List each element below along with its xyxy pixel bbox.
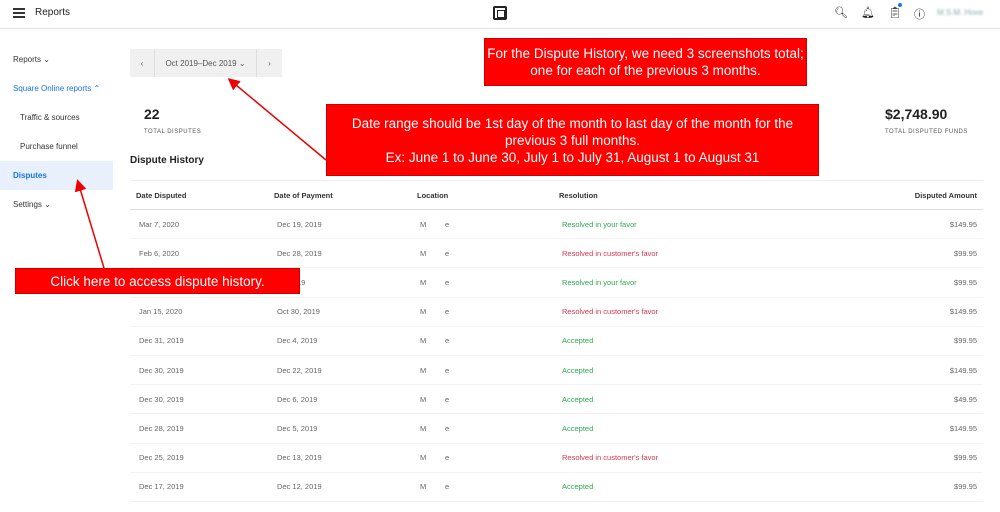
table-row[interactable]: Dec 31, 2019 Dec 4, 2019 M e Accepted $99.95 [130, 326, 983, 356]
cell-location: M e [411, 384, 553, 415]
cell-location: M e [411, 326, 553, 356]
table-row[interactable]: Dec 30, 2019 Dec 6, 2019 M e Accepted $49.95 [130, 384, 983, 415]
cell-resolution: Resolved in your favor [553, 209, 805, 240]
cell-amount: $99.95 [804, 326, 983, 356]
col-date-disputed[interactable]: Date Disputed [130, 180, 268, 210]
cell-amount: $149.95 [804, 413, 983, 444]
cell-date-payment: Dec 5, 2019 [268, 413, 411, 444]
table-row[interactable]: Dec 30, 2019 Dec 22, 2019 M e Accepted $149.… [130, 355, 983, 386]
cell-date-disputed: Dec 25, 2019 [130, 443, 268, 473]
app-title: Reports [35, 7, 71, 18]
col-resolution[interactable]: Resolution [553, 180, 805, 210]
cell-amount: $99.95 [804, 472, 983, 502]
table-row[interactable]: Dec 25, 2019 Dec 13, 2019 M e Resolved in c… [130, 443, 983, 473]
total-funds-value: $2,748.90 [885, 106, 948, 122]
cell-location: M e [411, 238, 553, 269]
cell-resolution: Resolved in your favor [553, 267, 805, 298]
cell-location: M e [411, 355, 553, 386]
cell-date-disputed: Mar 7, 2020 [130, 209, 268, 240]
sidebar-item-traffic-sources[interactable]: Traffic & sources [0, 103, 113, 132]
next-range-button[interactable]: › [257, 49, 282, 77]
square-logo-icon[interactable] [493, 6, 507, 20]
cell-resolution: Resolved in customer's favor [553, 443, 805, 473]
prev-range-button[interactable]: ‹ [130, 49, 155, 77]
cell-date-payment: Dec 4, 2019 [268, 326, 411, 356]
user-name[interactable]: M.S.M. Hove [937, 8, 983, 17]
cell-date-payment: Dec 19, 2019 [268, 209, 411, 240]
cell-location: M e [411, 209, 553, 240]
cell-date-payment: Dec 6, 2019 [268, 384, 411, 415]
cell-amount: $99.95 [804, 443, 983, 473]
total-disputes-label: TOTAL DISPUTES [144, 129, 202, 135]
cell-resolution: Accepted [553, 326, 805, 356]
cell-date-payment: Dec 13, 2019 [268, 443, 411, 473]
cell-amount: $99.95 [804, 238, 983, 269]
cell-date-payment: Dec 12, 2019 [268, 472, 411, 502]
sidebar-item-square-online-reports[interactable]: Square Online reports ⌃ [0, 74, 113, 103]
cell-location: M e [411, 472, 553, 502]
table-row[interactable]: Feb 6, 2020 Dec 28, 2019 M e Resolved in cu… [130, 238, 983, 269]
cell-date-disputed: Jan 15, 2020 [130, 297, 268, 327]
cell-location: M e [411, 443, 553, 473]
help-icon[interactable]: ⓘ [914, 6, 925, 22]
bell-icon[interactable]: 🔔︎ [861, 6, 875, 19]
cell-resolution: Accepted [553, 413, 805, 444]
table-row[interactable]: Dec 17, 2019 Dec 12, 2019 M e Accepted $99.9… [130, 472, 983, 502]
cell-amount: $49.95 [804, 384, 983, 415]
cell-date-payment: Dec 22, 2019 [268, 355, 411, 386]
table-row[interactable]: Mar 7, 2020 Dec 19, 2019 M e Resolved in yo… [130, 209, 983, 240]
top-bar: Reports 🔍︎ 🔔︎ 📋︎ ⓘ M.S.M. Hove [0, 0, 1000, 29]
col-amount[interactable]: Disputed Amount [804, 180, 983, 210]
cell-location: M e [411, 267, 553, 298]
cell-location: M e [411, 413, 553, 444]
cell-location: M e [411, 297, 553, 327]
dispute-table: Date Disputed Date of Payment Location R… [130, 180, 983, 502]
total-funds-label: TOTAL DISPUTED FUNDS [885, 129, 968, 135]
col-location[interactable]: Location [411, 180, 553, 210]
sidebar: Reports ⌄ Square Online reports ⌃ Traffi… [0, 45, 113, 219]
clipboard-icon[interactable]: 📋︎ [888, 6, 902, 19]
cell-date-disputed: Dec 30, 2019 [130, 355, 268, 386]
sidebar-item-disputes[interactable]: Disputes [0, 161, 113, 190]
date-range-dropdown[interactable]: Oct 2019–Dec 2019 ⌄ [155, 49, 257, 77]
callout-left: Click here to access dispute history. [15, 268, 300, 294]
table-header-row: Date Disputed Date of Payment Location R… [130, 180, 983, 210]
date-range-picker: ‹ Oct 2019–Dec 2019 ⌄ › [130, 49, 282, 77]
section-title: Dispute History [130, 155, 204, 166]
cell-amount: $99.95 [804, 267, 983, 298]
cell-date-payment: Dec 28, 2019 [268, 238, 411, 269]
arrow-to-datepicker [227, 78, 327, 161]
cell-amount: $149.95 [804, 355, 983, 386]
cell-resolution: Resolved in customer's favor [553, 238, 805, 269]
col-date-payment[interactable]: Date of Payment [268, 180, 411, 210]
cell-resolution: Resolved in customer's favor [553, 297, 805, 327]
sidebar-item-settings[interactable]: Settings ⌄ [0, 190, 113, 219]
cell-date-disputed: Dec 31, 2019 [130, 326, 268, 356]
sidebar-item-purchase-funnel[interactable]: Purchase funnel [0, 132, 113, 161]
cell-date-disputed: Dec 17, 2019 [130, 472, 268, 502]
notification-dot [898, 3, 902, 7]
cell-date-disputed: Dec 30, 2019 [130, 384, 268, 415]
cell-amount: $149.95 [804, 297, 983, 327]
cell-resolution: Accepted [553, 384, 805, 415]
callout-middle-line2: Ex: June 1 to June 30, July 1 to July 31… [385, 149, 760, 165]
callout-middle-line1: Date range should be 1st day of the mont… [351, 115, 794, 148]
callout-middle: Date range should be 1st day of the mont… [326, 104, 819, 176]
table-row[interactable]: Jan 15, 2020 Oct 30, 2019 M e Resolved in c… [130, 297, 983, 327]
table-row[interactable]: Dec 28, 2019 Dec 5, 2019 M e Accepted $149.9… [130, 413, 983, 444]
sidebar-item-reports[interactable]: Reports ⌄ [0, 45, 113, 74]
cell-resolution: Accepted [553, 472, 805, 502]
total-disputes-value: 22 [144, 106, 160, 122]
cell-date-disputed: Dec 28, 2019 [130, 413, 268, 444]
search-icon[interactable]: 🔍︎ [834, 6, 848, 19]
cell-amount: $149.95 [804, 209, 983, 240]
callout-top: For the Dispute History, we need 3 scree… [484, 38, 807, 86]
cell-date-disputed: Feb 6, 2020 [130, 238, 268, 269]
cell-date-payment: Oct 30, 2019 [268, 297, 411, 327]
cell-resolution: Accepted [553, 355, 805, 386]
menu-icon[interactable] [13, 8, 25, 18]
